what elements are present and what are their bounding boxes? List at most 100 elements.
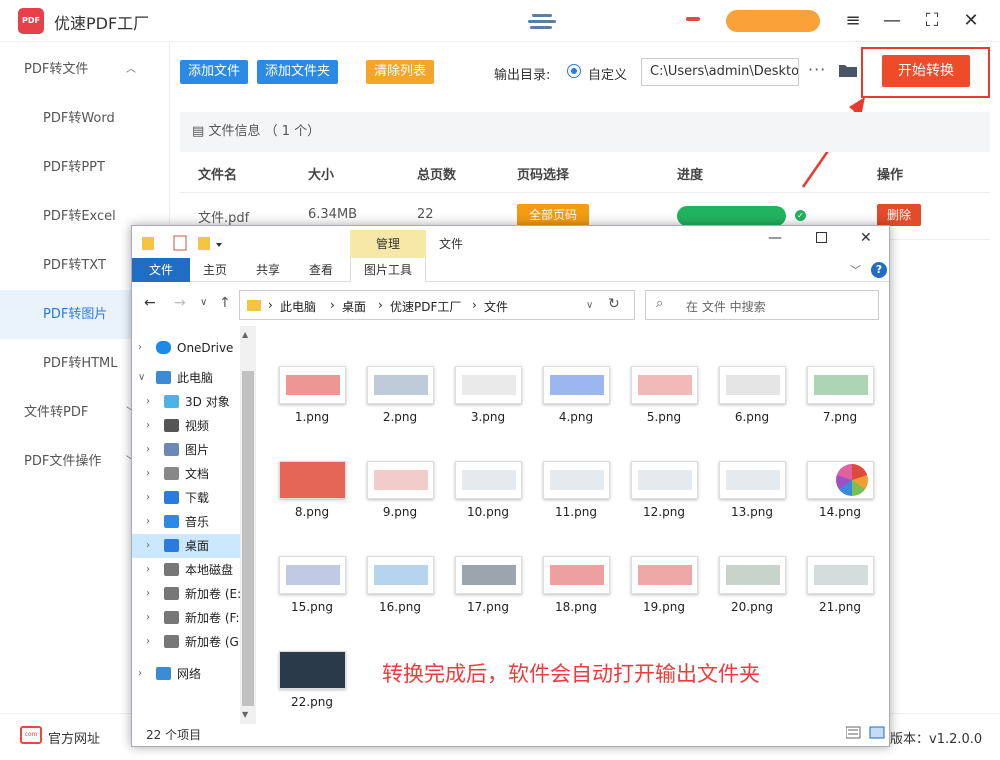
file-name-label[interactable]: 5.png bbox=[624, 410, 704, 424]
menu-icon[interactable]: ≡ bbox=[842, 10, 864, 32]
search-input[interactable]: ⌕ 在 文件 中搜索 bbox=[645, 290, 879, 320]
breadcrumb-item[interactable]: 此电脑 bbox=[280, 298, 316, 315]
chevron-icon[interactable]: › bbox=[146, 486, 150, 510]
file-thumbnail[interactable] bbox=[455, 556, 522, 594]
explorer-minimize-icon[interactable]: — bbox=[768, 230, 782, 246]
file-thumbnail[interactable] bbox=[631, 366, 698, 404]
file-name-label[interactable]: 3.png bbox=[448, 410, 528, 424]
file-name-label[interactable]: 2.png bbox=[360, 410, 440, 424]
nav-item[interactable]: › 视频 bbox=[132, 414, 240, 438]
file-name-label[interactable]: 13.png bbox=[712, 505, 792, 519]
chevron-icon[interactable]: › bbox=[146, 606, 150, 630]
nav-item[interactable]: ∨ 此电脑 bbox=[132, 366, 240, 390]
file-name-label[interactable]: 17.png bbox=[448, 600, 528, 614]
file-name-label[interactable]: 20.png bbox=[712, 600, 792, 614]
file-thumbnail[interactable] bbox=[367, 366, 434, 404]
file-thumbnail[interactable] bbox=[807, 461, 874, 499]
tab-home[interactable]: 主页 bbox=[190, 258, 240, 282]
file-thumbnail[interactable] bbox=[807, 366, 874, 404]
sidebar-item-pdf-word[interactable]: PDF转Word bbox=[0, 94, 170, 143]
nav-item[interactable]: › 下载 bbox=[132, 486, 240, 510]
recent-icon[interactable]: ∨ bbox=[200, 297, 207, 308]
file-name-label[interactable]: 22.png bbox=[272, 695, 352, 709]
scrollbar-thumb[interactable] bbox=[242, 371, 254, 706]
tab-picture-tools[interactable]: 图片工具 bbox=[350, 258, 426, 282]
explorer-close-icon[interactable]: ✕ bbox=[860, 230, 872, 246]
nav-item[interactable]: › 新加卷 (E: bbox=[132, 582, 240, 606]
file-thumbnail[interactable] bbox=[631, 556, 698, 594]
custom-radio[interactable] bbox=[567, 64, 581, 78]
sidebar-group-pdf-to-file[interactable]: PDF转文件 ︿ bbox=[0, 45, 170, 94]
breadcrumb-item[interactable]: 优速PDF工厂 bbox=[390, 298, 461, 315]
chevron-icon[interactable]: › bbox=[146, 390, 150, 414]
tab-share[interactable]: 共享 bbox=[243, 258, 293, 282]
nav-item[interactable]: › 图片 bbox=[132, 438, 240, 462]
manage-tab[interactable]: 管理 bbox=[350, 230, 426, 258]
file-thumbnail[interactable] bbox=[807, 556, 874, 594]
more-icon[interactable]: ··· bbox=[808, 60, 826, 79]
breadcrumb-item[interactable]: 桌面 bbox=[342, 298, 366, 315]
file-name-label[interactable]: 19.png bbox=[624, 600, 704, 614]
file-name-label[interactable]: 12.png bbox=[624, 505, 704, 519]
file-name-label[interactable]: 18.png bbox=[536, 600, 616, 614]
add-folder-button[interactable]: 添加文件夹 bbox=[257, 60, 339, 84]
add-file-button[interactable]: 添加文件 bbox=[180, 60, 249, 84]
file-name-label[interactable]: 15.png bbox=[272, 600, 352, 614]
file-name-label[interactable]: 21.png bbox=[800, 600, 880, 614]
nav-item[interactable]: › 3D 对象 bbox=[132, 390, 240, 414]
tab-file[interactable]: 文件 bbox=[132, 258, 190, 282]
file-thumbnail[interactable] bbox=[367, 461, 434, 499]
dropdown-icon[interactable]: ∨ bbox=[586, 300, 593, 311]
clear-list-button[interactable]: 清除列表 bbox=[366, 60, 435, 84]
chevron-icon[interactable]: › bbox=[138, 336, 142, 360]
official-site-link[interactable]: 官方网址 bbox=[48, 728, 100, 747]
minimize-icon[interactable]: — bbox=[881, 10, 903, 32]
file-name-label[interactable]: 14.png bbox=[800, 505, 880, 519]
custom-radio-label[interactable]: 自定义 bbox=[588, 64, 627, 83]
ribbon-expand-icon[interactable]: ﹀ bbox=[850, 262, 861, 278]
file-thumbnail[interactable] bbox=[279, 366, 346, 404]
chevron-icon[interactable]: › bbox=[146, 630, 150, 654]
vip-badge[interactable] bbox=[726, 10, 820, 32]
file-name-label[interactable]: 16.png bbox=[360, 600, 440, 614]
file-name-label[interactable]: 10.png bbox=[448, 505, 528, 519]
file-name-label[interactable]: 1.png bbox=[272, 410, 352, 424]
delete-button[interactable]: 删除 bbox=[877, 204, 921, 226]
file-thumbnail[interactable] bbox=[543, 366, 610, 404]
file-name-label[interactable]: 9.png bbox=[360, 505, 440, 519]
maximize-icon[interactable]: ⛶ bbox=[921, 10, 943, 32]
file-thumbnail[interactable] bbox=[719, 366, 786, 404]
nav-item[interactable]: › 桌面 bbox=[132, 534, 240, 558]
tab-view[interactable]: 查看 bbox=[296, 258, 346, 282]
file-name-label[interactable]: 11.png bbox=[536, 505, 616, 519]
nav-item[interactable]: › 新加卷 (G bbox=[132, 630, 240, 654]
sidebar-item-pdf-ppt[interactable]: PDF转PPT bbox=[0, 143, 170, 192]
nav-item[interactable]: › 新加卷 (F: bbox=[132, 606, 240, 630]
chevron-icon[interactable]: ∨ bbox=[138, 366, 145, 390]
nav-item[interactable]: › 文档 bbox=[132, 462, 240, 486]
view-toggle-icons[interactable] bbox=[845, 726, 886, 740]
file-name-label[interactable]: 6.png bbox=[712, 410, 792, 424]
chevron-icon[interactable]: › bbox=[146, 438, 150, 462]
file-thumbnail[interactable] bbox=[455, 366, 522, 404]
file-thumbnail[interactable] bbox=[279, 461, 346, 499]
explorer-maximize-icon[interactable] bbox=[816, 232, 827, 243]
file-thumbnail[interactable] bbox=[719, 461, 786, 499]
scroll-up-icon[interactable]: ▲ bbox=[242, 330, 248, 339]
chevron-icon[interactable]: › bbox=[146, 582, 150, 606]
file-name-label[interactable]: 8.png bbox=[272, 505, 352, 519]
file-thumbnail[interactable] bbox=[455, 461, 522, 499]
back-icon[interactable]: ← bbox=[144, 295, 156, 311]
nav-item[interactable]: › 音乐 bbox=[132, 510, 240, 534]
chevron-icon[interactable]: › bbox=[146, 534, 150, 558]
nav-item[interactable]: › 网络 bbox=[132, 662, 240, 686]
file-thumbnail[interactable] bbox=[719, 556, 786, 594]
up-icon[interactable]: ↑ bbox=[219, 295, 231, 311]
chevron-icon[interactable]: › bbox=[146, 462, 150, 486]
help-icon[interactable]: ? bbox=[871, 262, 887, 278]
address-bar[interactable]: › 此电脑 › 桌面 › 优速PDF工厂 › 文件 ∨ ↻ bbox=[239, 290, 635, 320]
red-indicator-icon[interactable] bbox=[686, 17, 700, 21]
toolbar-center-icon[interactable] bbox=[528, 12, 568, 30]
file-thumbnail[interactable] bbox=[543, 556, 610, 594]
file-thumbnail[interactable] bbox=[631, 461, 698, 499]
